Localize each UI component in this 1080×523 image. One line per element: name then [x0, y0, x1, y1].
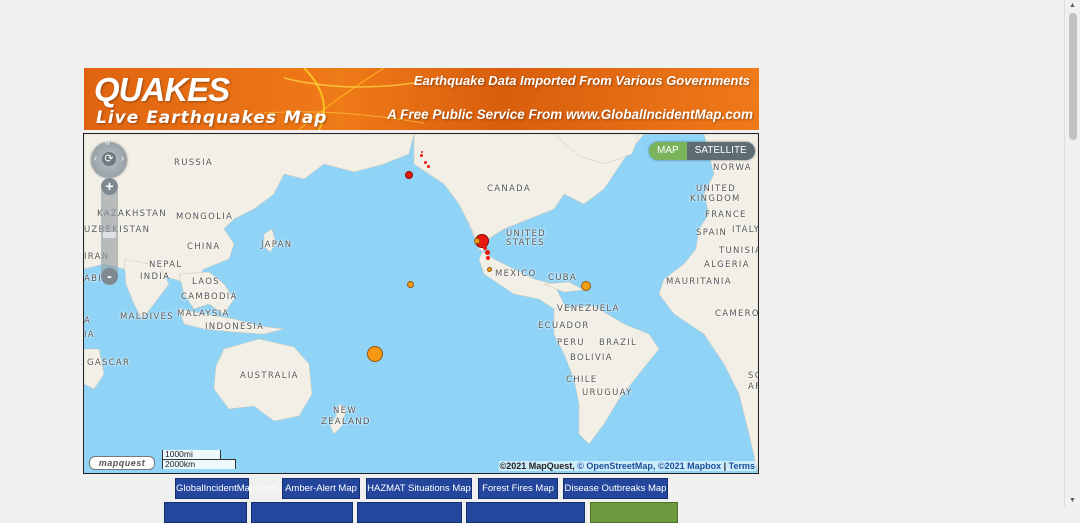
label-norway: NORWA	[713, 163, 752, 173]
label-russia: RUSSIA	[174, 158, 214, 168]
label-madagascar: GASCAR	[87, 358, 131, 368]
label-australia: AUSTRALIA	[240, 371, 299, 381]
earthquake-marker[interactable]	[421, 151, 423, 153]
label-tunisia: TUNISIA	[719, 246, 759, 256]
label-chile: CHILE	[566, 375, 598, 385]
nav-disease-outbreaks-button[interactable]: Disease Outbreaks Map	[563, 478, 668, 499]
label-france: FRANCE	[705, 210, 747, 220]
label-af: AF	[748, 382, 758, 392]
attribution-separator: |	[721, 461, 729, 471]
label-states: STATES	[506, 238, 545, 248]
earthquake-marker[interactable]	[487, 267, 492, 272]
earthquake-marker[interactable]	[407, 281, 414, 288]
scroll-down-icon[interactable]: ▼	[1069, 497, 1076, 504]
compass-north-label: N	[105, 141, 110, 147]
label-cambodia: CAMBODIA	[181, 292, 238, 302]
nav-forest-fires-button[interactable]: Forest Fires Map	[478, 478, 558, 499]
label-new: NEW	[333, 406, 358, 416]
zoom-out-button[interactable]: -	[101, 268, 118, 285]
recenter-icon[interactable]: ⟳	[102, 152, 116, 166]
label-ecuador: ECUADOR	[538, 321, 590, 331]
banner-subtitle: Live Earthquakes Map	[96, 108, 328, 128]
label-maldives: MALDIVES	[120, 312, 174, 322]
nav-hazmat-button[interactable]: HAZMAT Situations Map	[366, 478, 472, 499]
nav-row2-button-4[interactable]	[466, 502, 585, 523]
label-brazil: BRAZIL	[599, 338, 638, 348]
label-nepal: NEPAL	[149, 260, 183, 270]
label-china: CHINA	[187, 242, 221, 252]
map-type-satellite-button[interactable]: SATELLITE	[686, 142, 755, 160]
nav-amber-alert-button[interactable]: Amber-Alert Map	[282, 478, 360, 499]
zoom-in-button[interactable]: +	[101, 178, 118, 195]
label-malaysia: MALAYSIA	[177, 309, 230, 319]
label-uk-2: KINGDOM	[690, 194, 741, 204]
scroll-up-icon[interactable]: ▲	[1069, 2, 1076, 9]
label-canada: CANADA	[487, 184, 531, 194]
label-ia: IA	[84, 330, 95, 340]
earthquake-marker[interactable]	[420, 154, 423, 157]
label-mexico: MEXICO	[495, 269, 537, 279]
label-bolivia: BOLIVIA	[570, 353, 613, 363]
label-spain: SPAIN	[696, 228, 728, 238]
banner-tagline-1: Earthquake Data Imported From Various Go…	[413, 73, 750, 88]
label-uruguay: URUGUAY	[582, 388, 633, 398]
label-cuba: CUBA	[548, 273, 578, 283]
earthquake-marker[interactable]	[367, 346, 383, 362]
earthquake-marker[interactable]	[405, 171, 413, 179]
nav-row2-button-2[interactable]	[251, 502, 353, 523]
banner-title: QUAKES	[94, 71, 230, 108]
nav-row2-button-5[interactable]	[590, 502, 678, 523]
label-indonesia: INDONESIA	[205, 322, 265, 332]
label-a: A	[84, 316, 92, 326]
pan-control[interactable]: N ‹ ⟳ ›	[91, 141, 127, 178]
label-uk-1: UNITED	[696, 184, 736, 194]
label-peru: PERU	[557, 338, 585, 348]
map-base[interactable]	[84, 134, 758, 473]
label-india: INDIA	[140, 272, 171, 282]
label-cameroon: CAMERO	[715, 309, 759, 319]
label-algeria: ALGERIA	[704, 260, 750, 270]
label-venezuela: VENEZUELA	[557, 304, 620, 314]
nav-globalincidentmap-button[interactable]: GlobalIncidentMap.com	[175, 478, 276, 499]
label-italy: ITALY	[732, 225, 759, 235]
earthquake-marker[interactable]	[486, 256, 490, 260]
earthquake-marker[interactable]	[474, 238, 480, 244]
label-mongolia: MONGOLIA	[176, 212, 234, 222]
earthquake-marker[interactable]	[424, 161, 427, 164]
mapquest-logo[interactable]: mapquest	[89, 456, 155, 470]
earthquake-marker[interactable]	[485, 250, 490, 255]
nav-row2-button-3[interactable]	[357, 502, 462, 523]
pan-left-icon[interactable]: ‹	[94, 153, 97, 163]
label-mauritania: MAURITANIA	[666, 277, 732, 287]
scale-km: 2000km	[162, 459, 236, 469]
terms-link[interactable]: Terms	[729, 461, 755, 471]
page-scrollbar[interactable]: ▲ ▼	[1064, 0, 1080, 507]
banner-tagline-2: A Free Public Service From www.GlobalInc…	[387, 107, 753, 122]
map-type-toggle[interactable]: MAP SATELLITE	[649, 142, 755, 160]
site-banner: QUAKES Live Earthquakes Map Earthquake D…	[84, 68, 759, 130]
nav-row2-button-1[interactable]	[164, 502, 247, 523]
earthquake-marker[interactable]	[581, 281, 591, 291]
openstreetmap-link[interactable]: © OpenStreetMap,	[577, 461, 655, 471]
label-zealand: ZEALAND	[321, 417, 371, 427]
earthquake-marker[interactable]	[427, 165, 430, 168]
mapbox-link[interactable]: ©2021 Mapbox	[658, 461, 721, 471]
map-type-map-button[interactable]: MAP	[649, 142, 687, 160]
zoom-slider-track[interactable]: + -	[101, 178, 118, 285]
label-sc: SC	[748, 371, 758, 381]
map-attribution: ©2021 MapQuest, © OpenStreetMap, ©2021 M…	[498, 461, 756, 471]
label-japan: JAPAN	[261, 240, 293, 250]
label-laos: LAOS	[192, 277, 220, 287]
earthquake-map[interactable]: RUSSIA KAZAKHSTAN MONGOLIA UZBEKISTAN CH…	[83, 133, 759, 474]
attribution-copyright: ©2021 MapQuest,	[499, 461, 575, 471]
scrollbar-thumb[interactable]	[1069, 13, 1077, 140]
zoom-slider-handle[interactable]	[103, 232, 116, 238]
label-arabia: ABI	[84, 274, 103, 284]
pan-right-icon[interactable]: ›	[121, 153, 124, 163]
